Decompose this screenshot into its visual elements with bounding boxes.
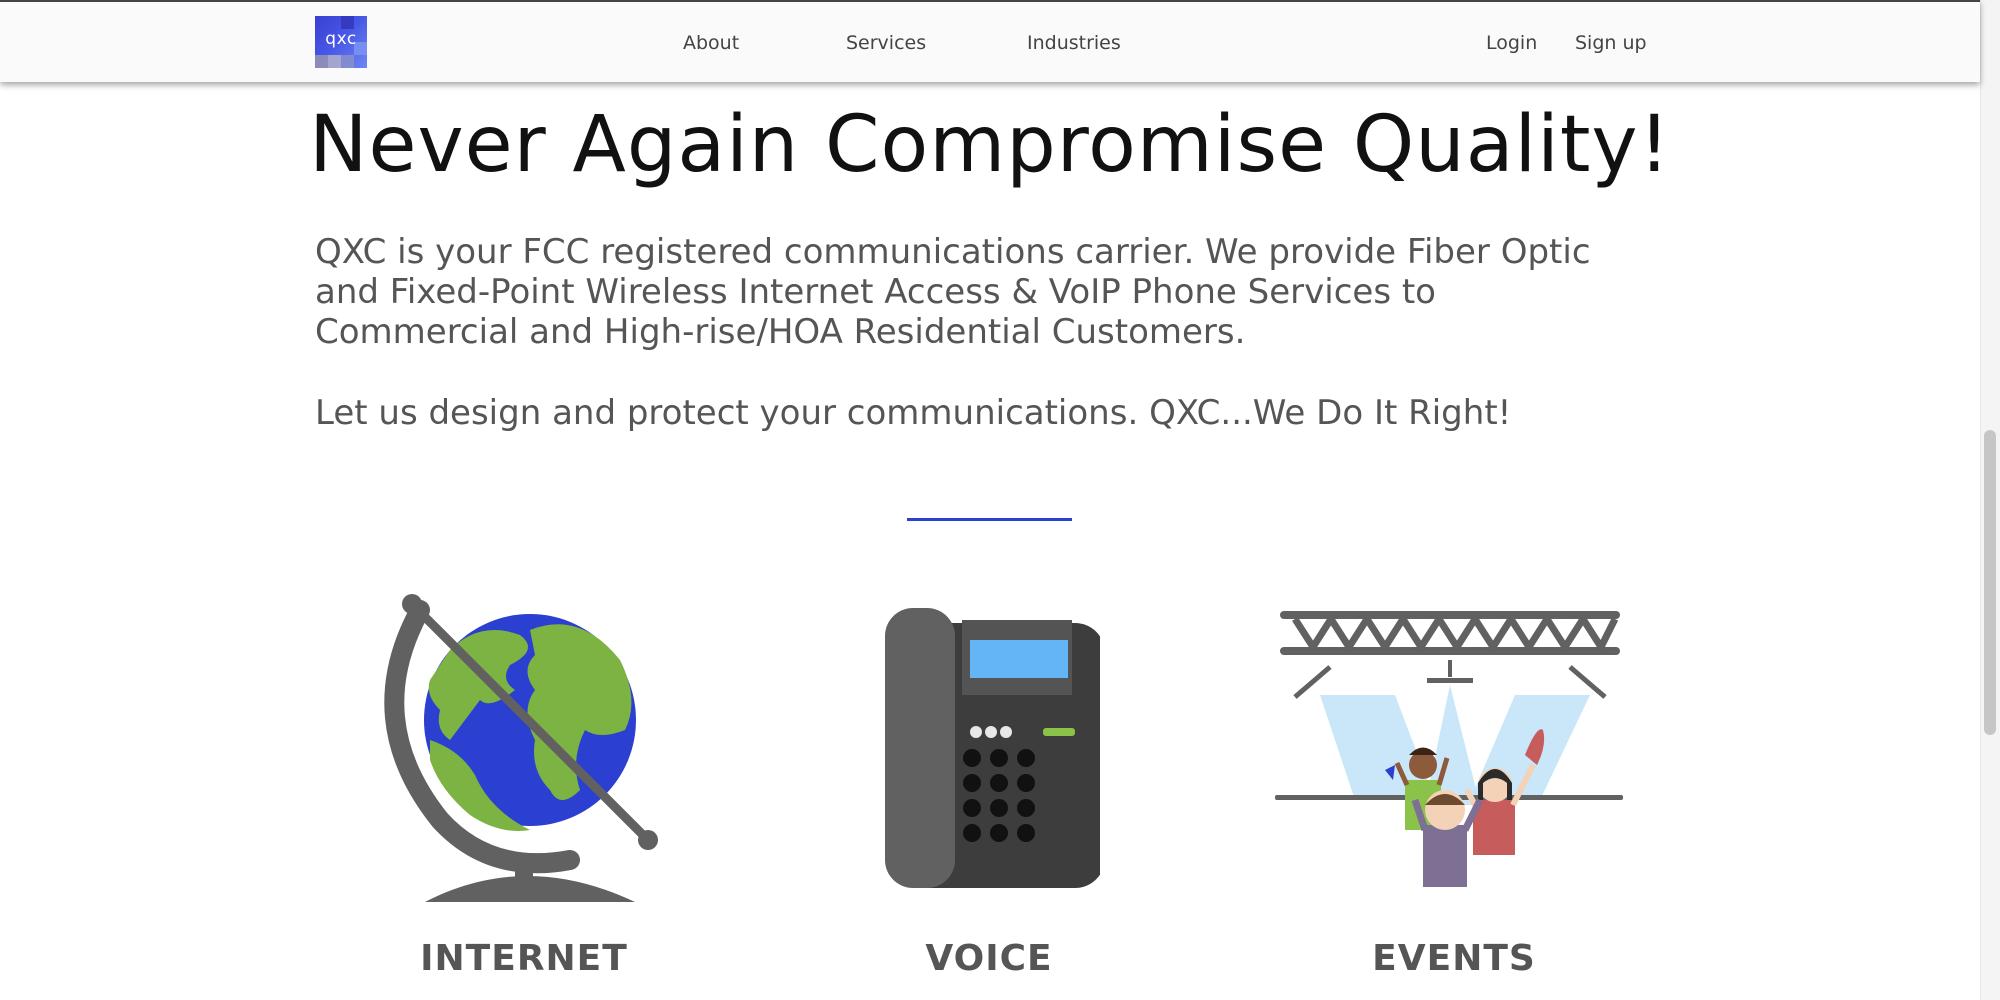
stage-crowd-icon [1275, 611, 1623, 887]
qxc-logo[interactable]: qxc [315, 16, 367, 68]
top-navbar: qxc About Services Industries Login Sign… [0, 0, 1980, 82]
logo-tile [341, 16, 354, 29]
login-link[interactable]: Login [1486, 32, 1537, 54]
desk-phone-icon [885, 608, 1100, 888]
nav-link-services[interactable]: Services [846, 32, 926, 54]
section-divider [907, 518, 1072, 521]
logo-tile [328, 55, 341, 68]
scrollbar-thumb[interactable] [1984, 430, 1996, 735]
nav-link-about[interactable]: About [683, 32, 739, 54]
globe-icon [384, 594, 658, 902]
service-label-events: EVENTS [1372, 938, 1536, 979]
logo-text: qxc [325, 29, 357, 49]
page-headline: Never Again Compromise Quality! [309, 100, 1671, 190]
service-label-voice: VOICE [925, 938, 1053, 979]
nav-link-industries[interactable]: Industries [1027, 32, 1121, 54]
tagline-paragraph: Let us design and protect your communica… [315, 393, 1512, 433]
intro-paragraph: QXC is your FCC registered communication… [315, 232, 1591, 352]
logo-tile [315, 55, 328, 68]
logo-tile [341, 55, 354, 68]
signup-link[interactable]: Sign up [1575, 32, 1647, 54]
service-label-internet: INTERNET [420, 938, 628, 979]
